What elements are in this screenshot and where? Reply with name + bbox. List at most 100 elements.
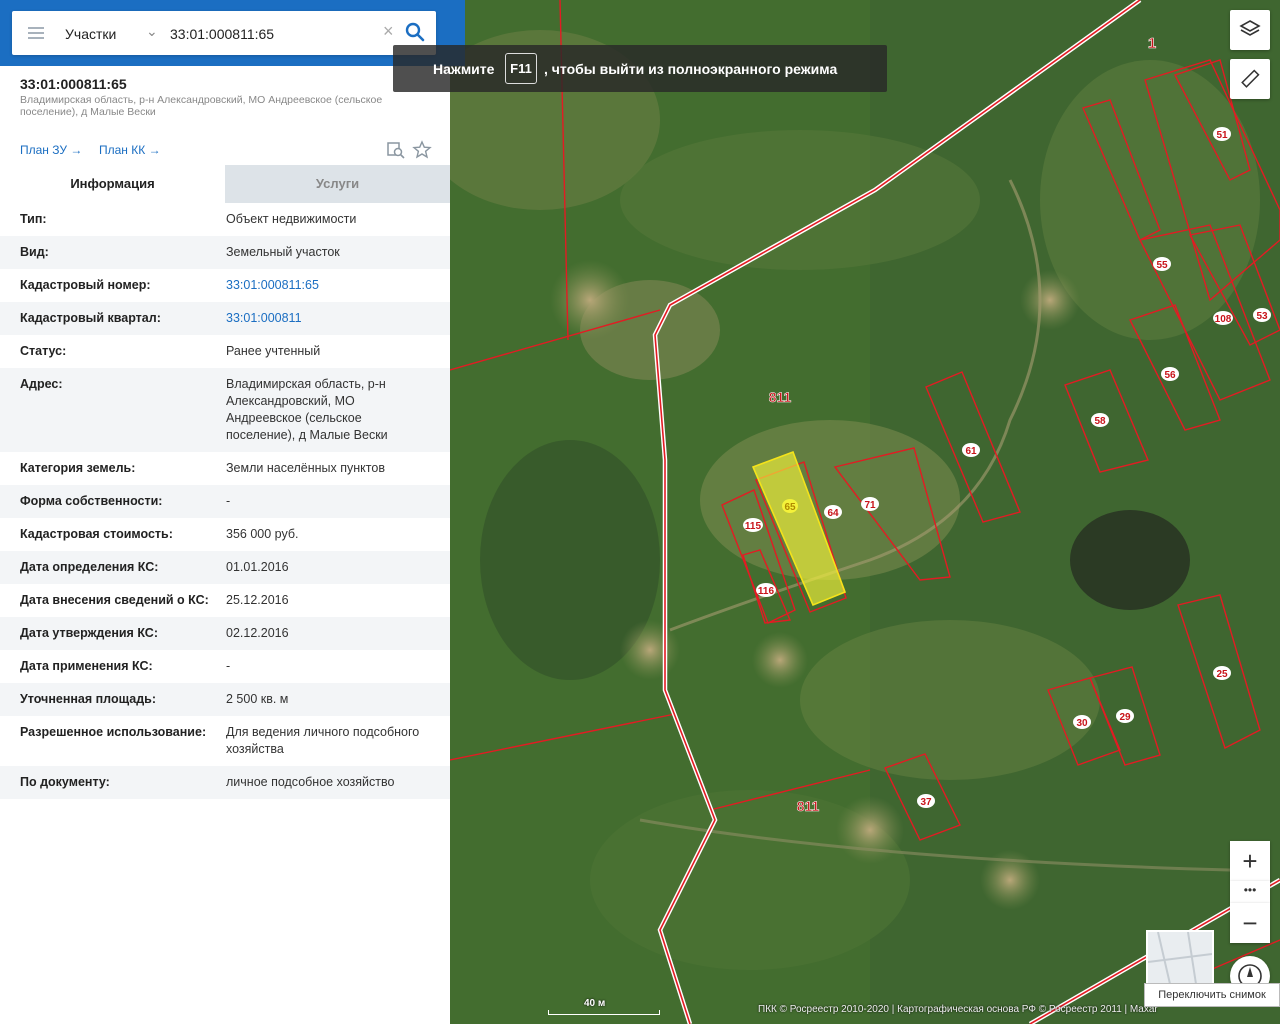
info-value: 2 500 кв. м [226,692,289,706]
hint-text-after: , чтобы выйти из полноэкранного режима [544,61,838,77]
info-row: Тип: Объект недвижимости [0,203,450,236]
info-table: Тип: Объект недвижимости Вид: Земельный уча… [0,203,450,799]
map-label: 108 [1215,314,1232,325]
info-value: - [226,659,231,673]
basemap-thumbnail[interactable] [1146,930,1214,986]
info-row: Дата определения КС: 01.01.2016 [0,551,450,584]
info-value: Земли населённых пунктов [226,461,385,475]
ruler-button[interactable] [1230,59,1270,99]
search-button[interactable] [404,21,428,45]
hint-text-before: Нажмите [433,61,495,77]
info-row: Дата утверждения КС: 02.12.2016 [0,617,450,650]
info-row: По документу: личное подсобное хозяйство [0,766,450,799]
info-key: Кадастровый номер: [20,278,151,292]
info-key: По документу: [20,775,110,789]
map-label: 61 [965,446,977,457]
info-value: 25.12.2016 [226,593,289,607]
info-row: Кадастровая стоимость: 356 000 руб. [0,518,450,551]
info-row: Кадастровый номер: 33:01:000811:65 [0,269,450,302]
plan-kk-link[interactable]: План КК → [99,143,161,157]
chevron-down-icon[interactable]: ⌄ [146,23,158,40]
copyright-text: ПКК © Росреестр 2010-2020 | Картографиче… [758,1004,1158,1015]
menu-icon[interactable] [28,27,44,39]
map-label: 55 [1156,260,1168,271]
layers-button[interactable] [1230,10,1270,50]
zoom-out-button[interactable]: − [1230,903,1270,943]
info-value-link[interactable]: 33:01:000811 [226,310,430,327]
zoom-to-object-icon[interactable] [386,140,406,160]
info-value: - [226,494,231,508]
search-icon [405,22,425,42]
info-value: Земельный участок [226,245,340,259]
plan-zu-link[interactable]: План ЗУ → [20,143,82,157]
info-row: Форма собственности: - [0,485,450,518]
info-row: Дата применения КС: - [0,650,450,683]
info-row: Вид: Земельный участок [0,236,450,269]
ruler-icon [1241,69,1260,88]
block-label: 811 [769,389,792,405]
object-address: Владимирская область, р-н Александровски… [20,94,383,118]
map-label: 53 [1256,311,1268,322]
info-row: Категория земель: Земли населённых пункто… [0,452,450,485]
info-key: Кадастровая стоимость: [20,527,173,541]
info-value: 356 000 руб. [226,527,299,541]
search-input[interactable]: 33:01:000811:65 [170,26,274,42]
info-value: личное подсобное хозяйство [226,775,395,789]
info-value: Ранее учтенный [226,344,321,358]
info-value-link[interactable]: 33:01:000811:65 [226,277,430,294]
scale-bar: 40 м [548,998,660,1015]
clear-icon[interactable]: × [383,21,394,42]
map-label: 58 [1094,416,1106,427]
layer-select[interactable]: Участки [65,26,116,42]
info-value: Для ведения личного подсобного хозяйства [226,725,420,756]
info-row: Разрешенное использование: Для ведения ли… [0,716,450,766]
map-label: 116 [758,586,775,597]
info-row: Кадастровый квартал: 33:01:000811 [0,302,450,335]
hint-key: F11 [505,53,537,84]
map-label: 65 [784,502,796,513]
map-label: 51 [1216,130,1228,141]
favorite-star-icon[interactable] [412,140,432,160]
info-row: Дата внесения сведений о КС: 25.12.2016 [0,584,450,617]
layers-icon [1239,20,1261,36]
satellite-map[interactable]: 1 51 55 108 53 56 58 811 61 65 64 71 115… [450,0,1280,1024]
info-value: Владимирская область, р-н Александровски… [226,377,388,442]
info-key: Вид: [20,245,49,259]
info-value: Объект недвижимости [226,212,357,226]
map-label: 30 [1076,718,1088,729]
map-label: 1 [1148,35,1157,53]
map-view[interactable]: 1 51 55 108 53 56 58 811 61 65 64 71 115… [450,0,1280,1024]
tab-info[interactable]: Информация [0,165,225,203]
map-label: 29 [1119,712,1131,723]
info-value: 01.01.2016 [226,560,289,574]
svg-text:1: 1 [1148,35,1156,52]
map-label: 71 [864,500,876,511]
map-label: 56 [1164,370,1176,381]
fullscreen-hint: Нажмите F11 , чтобы выйти из полноэкранн… [393,45,887,92]
info-panel: Участки ⌄ 33:01:000811:65 × 33:01:000811… [0,0,465,1024]
block-label: 811 [797,798,820,814]
map-label: 64 [827,508,839,519]
map-label: 115 [745,521,762,532]
map-label: 25 [1216,669,1228,680]
info-row: Адрес: Владимирская область, р-н Александ… [0,368,450,452]
map-label: 37 [920,797,932,808]
search-bar: Участки ⌄ 33:01:000811:65 × [12,11,436,55]
info-key: Категория земель: [20,461,136,475]
info-key: Форма собственности: [20,494,163,508]
zoom-more-button[interactable]: ••• [1230,881,1270,903]
zoom-in-button[interactable]: + [1230,841,1270,881]
object-title: 33:01:000811:65 [20,76,127,92]
info-key: Уточненная площадь: [20,692,157,706]
info-key: Разрешенное использование: [20,725,207,739]
info-value: 02.12.2016 [226,626,289,640]
switch-imagery-tooltip: Переключить снимок [1144,983,1280,1007]
info-key: Тип: [20,212,47,226]
info-row: Статус: Ранее учтенный [0,335,450,368]
info-key: Дата применения КС: [20,659,153,673]
info-key: Дата утверждения КС: [20,626,158,640]
info-key: Дата определения КС: [20,560,159,574]
panel-tabs: Информация Услуги [0,165,450,203]
tab-services[interactable]: Услуги [225,165,450,203]
scale-label: 40 м [584,998,606,1009]
